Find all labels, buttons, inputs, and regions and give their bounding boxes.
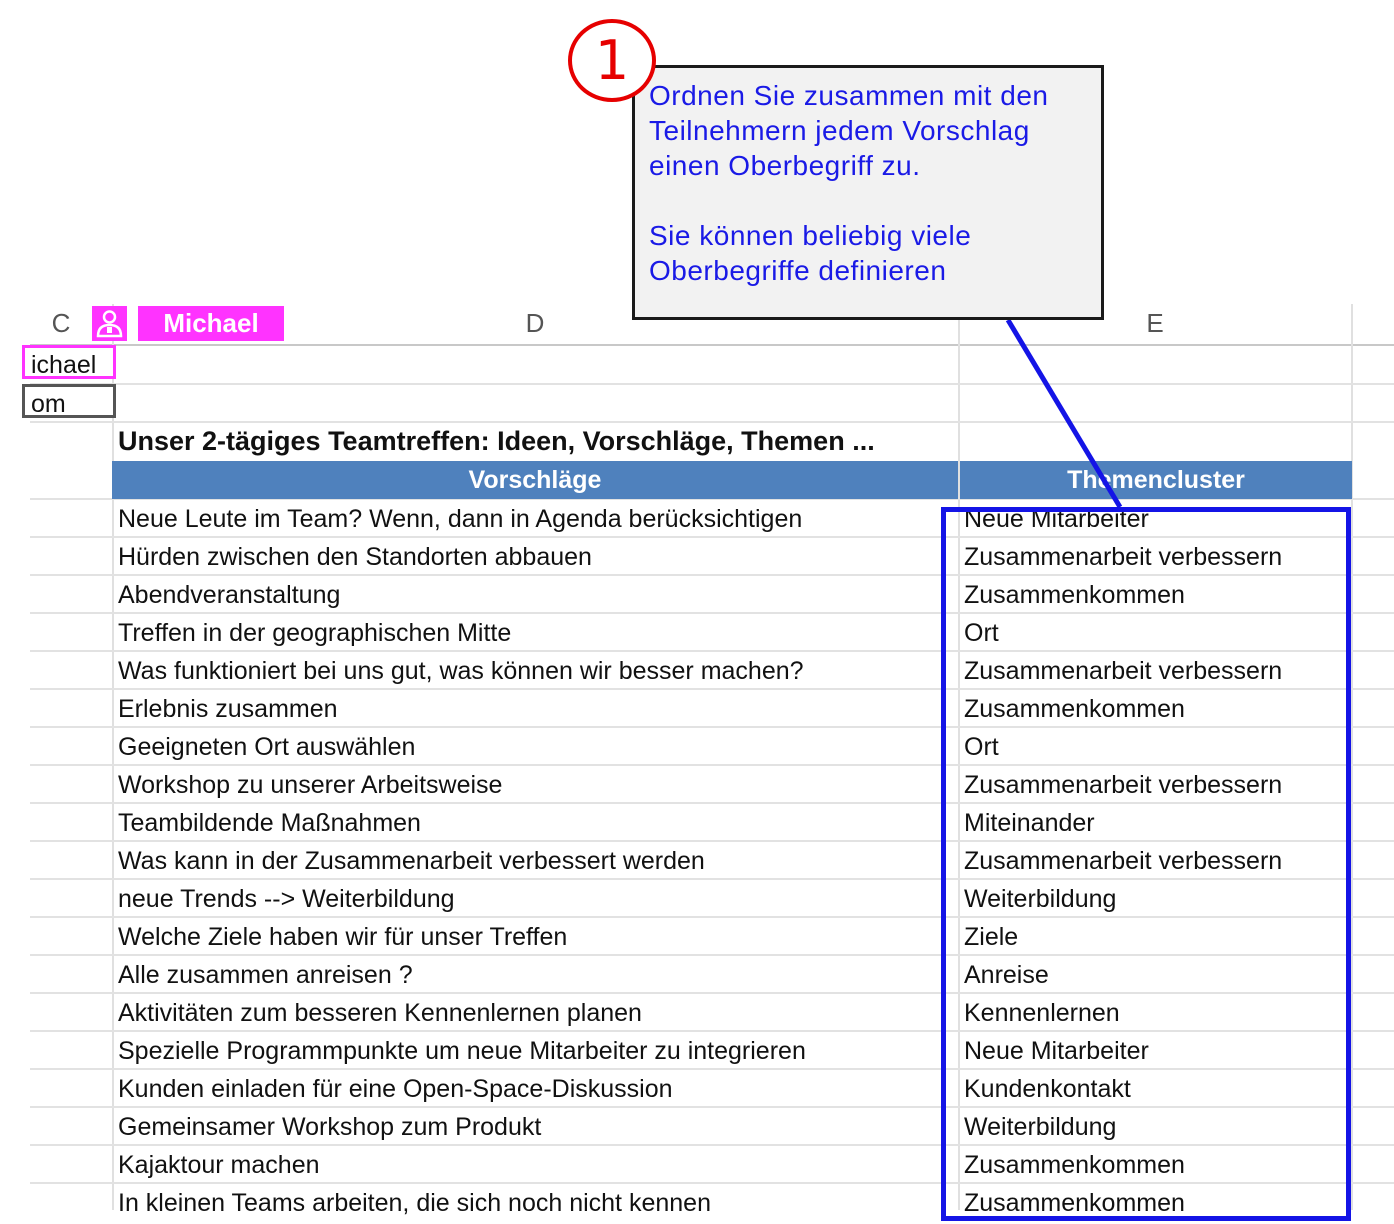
callout-hint: Sie können beliebig viele Oberbegriffe d… (649, 220, 972, 286)
callout-instruction: Ordnen Sie zusammen mit den Teilnehmern … (649, 80, 1049, 181)
step-number-badge: 1 (568, 19, 656, 102)
callout-note: Ordnen Sie zusammen mit den Teilnehmern … (632, 65, 1104, 320)
